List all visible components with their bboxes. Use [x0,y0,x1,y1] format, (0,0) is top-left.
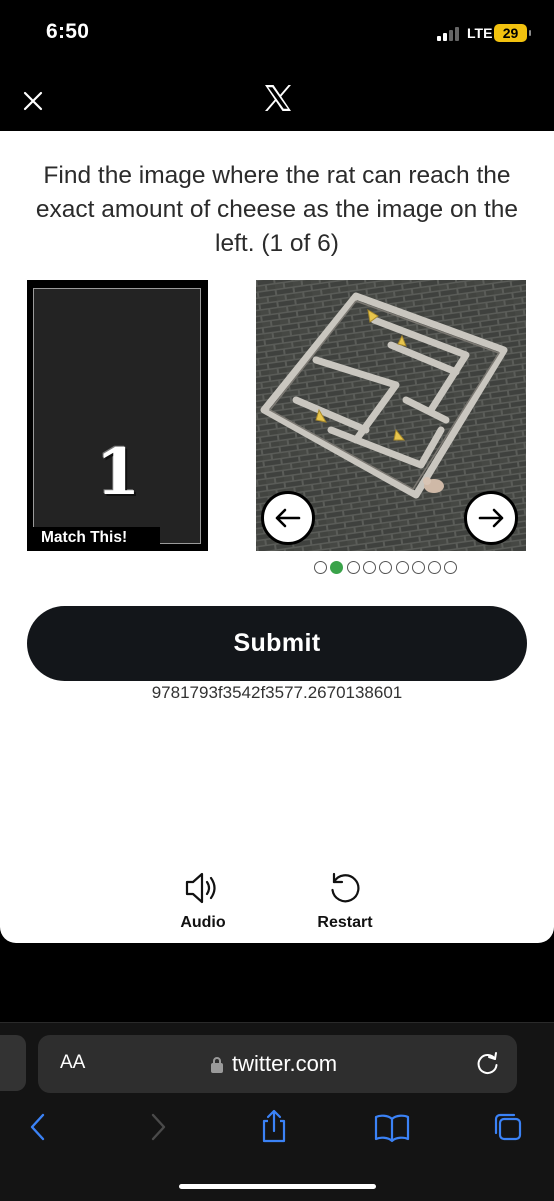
restart-icon [331,872,360,903]
carousel-dot[interactable] [379,561,393,574]
restart-label: Restart [317,914,373,931]
carousel-dot[interactable] [395,561,409,574]
next-image-button[interactable] [464,491,518,545]
cellular-signal-icon [437,27,463,41]
speaker-icon [185,872,216,904]
carousel-dot[interactable] [362,561,376,574]
arrow-left-icon [275,508,301,528]
share-icon[interactable] [258,1109,290,1143]
carousel-dot[interactable] [346,561,360,574]
restart-button[interactable]: Restart [300,866,390,936]
session-id: 9781793f3542f3577.2670138601 [151,683,403,702]
x-logo-icon [262,82,294,114]
back-icon[interactable] [22,1111,54,1143]
browser-toolbar: AA twitter.com [0,1022,554,1201]
carousel-dot[interactable] [411,561,425,574]
challenge-prompt: Find the image where the rat can reach t… [35,162,519,257]
bookmarks-icon[interactable] [374,1111,410,1143]
match-number: 1 [95,435,141,510]
reload-icon[interactable] [474,1049,502,1077]
carousel-dot[interactable] [444,561,458,574]
url-text: twitter.com [232,1051,338,1076]
lock-icon [211,1057,223,1073]
arrow-right-icon [478,508,504,528]
home-indicator [179,1184,376,1189]
match-reference-frame: 1 [33,288,201,544]
text-size-button[interactable]: AA [60,1052,85,1074]
battery-icon: 29 [494,24,527,42]
address-bar[interactable]: AA twitter.com [38,1035,517,1093]
match-label: Match This! [32,527,160,549]
forward-icon[interactable] [142,1111,174,1143]
carousel-dot[interactable] [314,561,327,574]
status-time: 6:50 [46,20,90,43]
carousel-dot[interactable] [330,561,344,574]
battery-nub [529,30,531,36]
close-icon[interactable] [18,86,48,116]
audio-button[interactable]: Audio [158,866,248,936]
match-reference-image: 1 Match This! [27,280,208,551]
submit-button[interactable]: Submit [27,606,527,681]
carousel-dot[interactable] [428,561,442,574]
captcha-card: Find the image where the rat can reach t… [0,131,554,943]
previous-tab-preview[interactable] [0,1035,26,1091]
audio-label: Audio [180,914,226,931]
previous-image-button[interactable] [261,491,315,545]
network-type: LTE [467,25,493,41]
tabs-icon[interactable] [492,1111,524,1143]
